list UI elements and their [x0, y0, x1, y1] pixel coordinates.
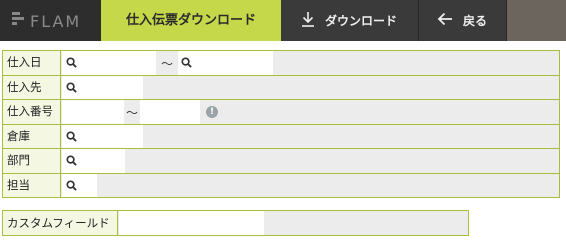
purchase-date-from-input[interactable]: [62, 51, 156, 75]
search-icon: [66, 155, 77, 166]
logo-text: FLAM: [30, 12, 82, 31]
label-purchase-number: 仕入番号: [3, 100, 61, 124]
arrow-left-icon: [437, 12, 453, 29]
row-department: 部門: [2, 149, 560, 174]
back-label: 戻る: [463, 14, 488, 28]
app-header: FLAM 仕入伝票ダウンロード ダウンロード 戻る: [0, 0, 566, 41]
label-warehouse: 倉庫: [3, 124, 61, 148]
row-purchase-date: 仕入日 〜: [2, 51, 560, 76]
purchase-date-to-input[interactable]: [178, 51, 273, 75]
warehouse-input[interactable]: [62, 124, 143, 148]
row-warehouse: 倉庫: [2, 124, 560, 149]
search-icon: [66, 179, 77, 191]
back-button[interactable]: 戻る: [419, 0, 507, 41]
label-purchase-date: 仕入日: [3, 51, 61, 75]
row-staff: 担当: [2, 173, 560, 198]
purchase-number-to-input[interactable]: [140, 100, 200, 124]
page-title-tab[interactable]: 仕入伝票ダウンロード: [101, 0, 281, 41]
search-icon: [66, 57, 77, 68]
label-staff: 担当: [3, 173, 61, 197]
search-form: 仕入日 〜 仕入先 仕入番号 〜 ! 倉庫 部門 担当: [2, 50, 560, 198]
row-supplier: 仕入先: [2, 75, 560, 100]
label-custom-field: カスタムフィールド: [3, 211, 118, 235]
header-filler: [507, 0, 566, 41]
custom-field-row: カスタムフィールド: [2, 210, 469, 236]
search-icon: [181, 57, 192, 68]
search-icon: [66, 130, 77, 142]
supplier-input[interactable]: [62, 75, 143, 99]
range-separator: 〜: [126, 106, 139, 120]
purchase-number-from-input[interactable]: [62, 100, 124, 124]
download-button[interactable]: ダウンロード: [281, 0, 419, 41]
download-icon: [301, 11, 315, 30]
staff-input[interactable]: [62, 173, 97, 197]
logo-mark-icon: [12, 12, 26, 28]
range-separator: 〜: [161, 57, 174, 71]
search-icon: [66, 81, 77, 93]
download-label: ダウンロード: [325, 14, 398, 28]
info-icon[interactable]: !: [206, 106, 218, 118]
label-department: 部門: [3, 149, 61, 173]
custom-field-input[interactable]: [119, 211, 264, 235]
logo: FLAM: [0, 0, 101, 41]
department-input[interactable]: [62, 149, 125, 173]
row-purchase-number: 仕入番号 〜 !: [2, 100, 560, 125]
label-supplier: 仕入先: [3, 75, 61, 99]
